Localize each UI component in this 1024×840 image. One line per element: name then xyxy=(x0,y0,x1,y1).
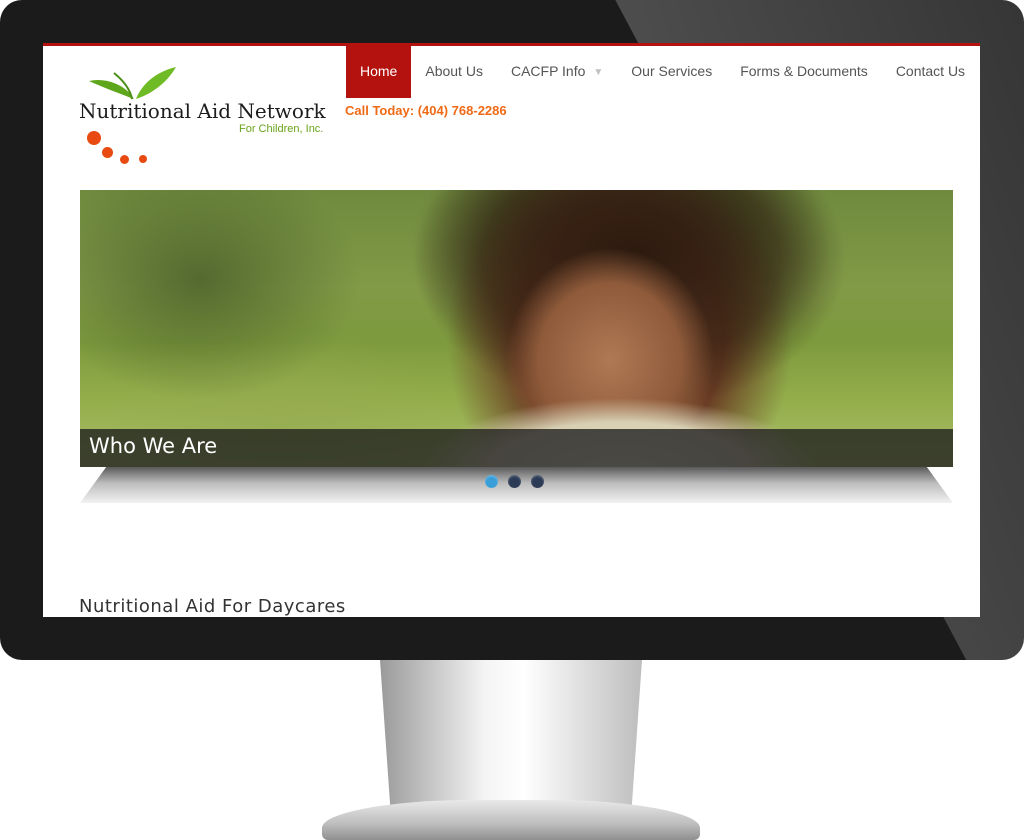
leaf-icon xyxy=(89,67,176,100)
logo-dot xyxy=(139,155,147,163)
monitor-stand-base xyxy=(322,800,700,840)
monitor: Nutritional Aid Network For Children, In… xyxy=(0,0,1024,840)
logo-dot xyxy=(87,131,101,145)
section-title: Nutritional Aid For Daycares xyxy=(79,596,346,617)
monitor-stand-neck xyxy=(380,660,642,810)
main-nav: Home About Us CACFP Info ▼ Our Services F… xyxy=(346,45,979,98)
nav-item-our-services[interactable]: Our Services xyxy=(617,45,726,98)
site-logo[interactable]: Nutritional Aid Network For Children, In… xyxy=(79,63,339,173)
hero-slider[interactable]: Who We Are xyxy=(80,190,953,467)
chevron-down-icon: ▼ xyxy=(593,66,604,78)
nav-item-contact-us[interactable]: Contact Us xyxy=(882,45,979,98)
nav-item-forms-documents[interactable]: Forms & Documents xyxy=(726,45,882,98)
browser-screen: Nutritional Aid Network For Children, In… xyxy=(43,43,980,617)
nav-item-cacfp-info[interactable]: CACFP Info ▼ xyxy=(497,45,617,98)
logo-name: Nutritional Aid Network xyxy=(79,99,326,123)
slider-dot-1[interactable] xyxy=(485,475,498,488)
nav-item-home[interactable]: Home xyxy=(346,45,412,98)
slide-caption-bar: Who We Are xyxy=(80,429,953,467)
call-today-phone[interactable]: Call Today: (404) 768-2286 xyxy=(345,103,507,118)
slider-dot-3[interactable] xyxy=(531,475,544,488)
nav-item-label: CACFP Info xyxy=(510,63,586,79)
nav-item-about-us[interactable]: About Us xyxy=(411,45,497,98)
slide-caption[interactable]: Who We Are xyxy=(89,434,217,458)
logo-dot xyxy=(120,155,129,164)
slider-pagination xyxy=(485,475,544,488)
monitor-bezel: Nutritional Aid Network For Children, In… xyxy=(0,0,1024,660)
slider-dot-2[interactable] xyxy=(508,475,521,488)
logo-dot xyxy=(102,147,113,158)
logo-subtitle: For Children, Inc. xyxy=(239,123,324,135)
